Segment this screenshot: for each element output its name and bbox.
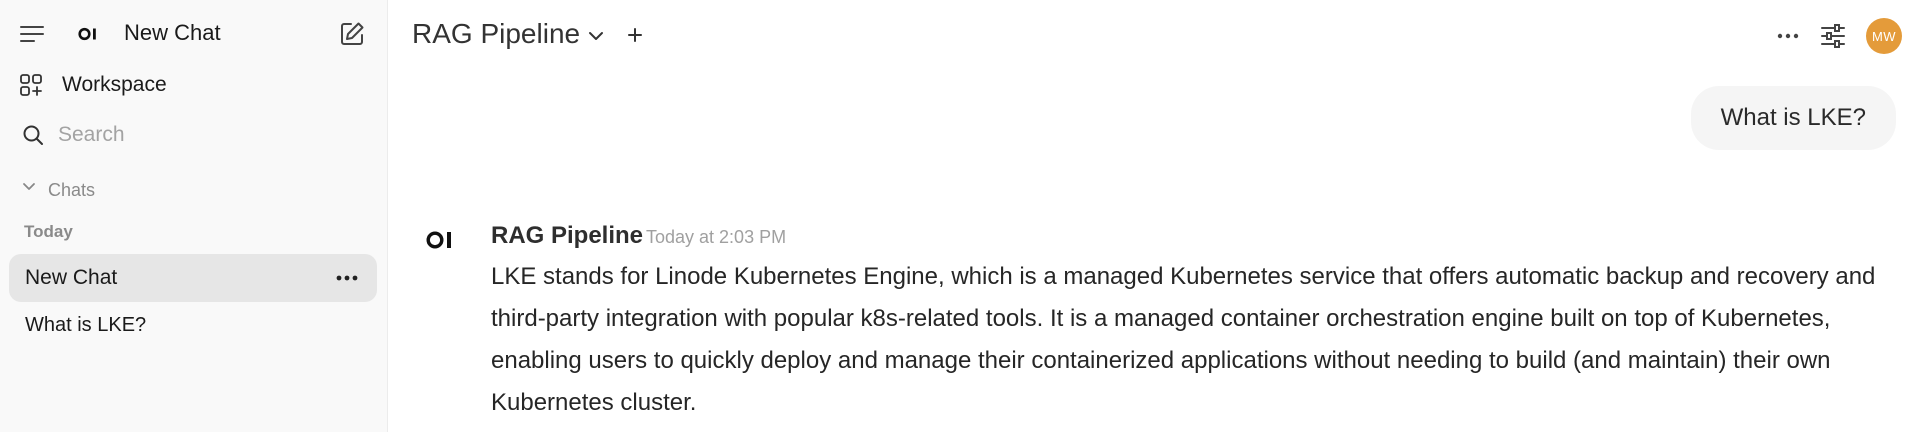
sidebar-title[interactable]: New Chat	[124, 20, 221, 46]
assistant-name: RAG Pipeline	[491, 222, 644, 249]
plus-icon[interactable]	[624, 24, 646, 46]
menu-icon[interactable]	[18, 22, 46, 46]
assistant-message: LKE stands for Linode Kubernetes Engine,…	[491, 263, 1876, 416]
avatar[interactable]: MW	[1866, 18, 1902, 54]
chat-main: RAG Pipeline MW What is LKE? RAG Pipelin…	[388, 0, 1920, 432]
chats-section-label[interactable]: Chats	[48, 180, 95, 201]
search-input[interactable]	[58, 118, 358, 152]
compose-icon[interactable]	[336, 18, 368, 50]
chevron-down-icon[interactable]	[586, 26, 606, 46]
search-icon	[20, 122, 46, 148]
workspace-link[interactable]: Workspace	[62, 73, 167, 97]
openwebui-logo-icon	[78, 22, 100, 46]
message-timestamp: Today at 2:03 PM	[646, 227, 787, 247]
controls-sliders-icon[interactable]	[1818, 21, 1848, 51]
chat-item-new-chat[interactable]: New Chat	[9, 254, 377, 302]
sidebar: New Chat Workspace Chats Today New Chat …	[0, 0, 388, 432]
more-horizontal-icon[interactable]	[1774, 22, 1802, 50]
more-horizontal-icon[interactable]	[333, 264, 361, 292]
assistant-logo-icon	[426, 228, 456, 252]
chat-item-label: New Chat	[25, 266, 118, 289]
chat-item-label: What is LKE?	[25, 314, 147, 336]
chat-item-what-is-lke[interactable]: What is LKE?	[9, 304, 377, 350]
app-window: New Chat Workspace Chats Today New Chat …	[0, 0, 1920, 432]
model-selector[interactable]: RAG Pipeline	[412, 18, 580, 50]
workspace-icon[interactable]	[18, 72, 44, 98]
user-message-bubble: What is LKE?	[1690, 86, 1896, 150]
chevron-down-icon[interactable]	[22, 180, 36, 194]
chat-group-label: Today	[24, 222, 73, 241]
